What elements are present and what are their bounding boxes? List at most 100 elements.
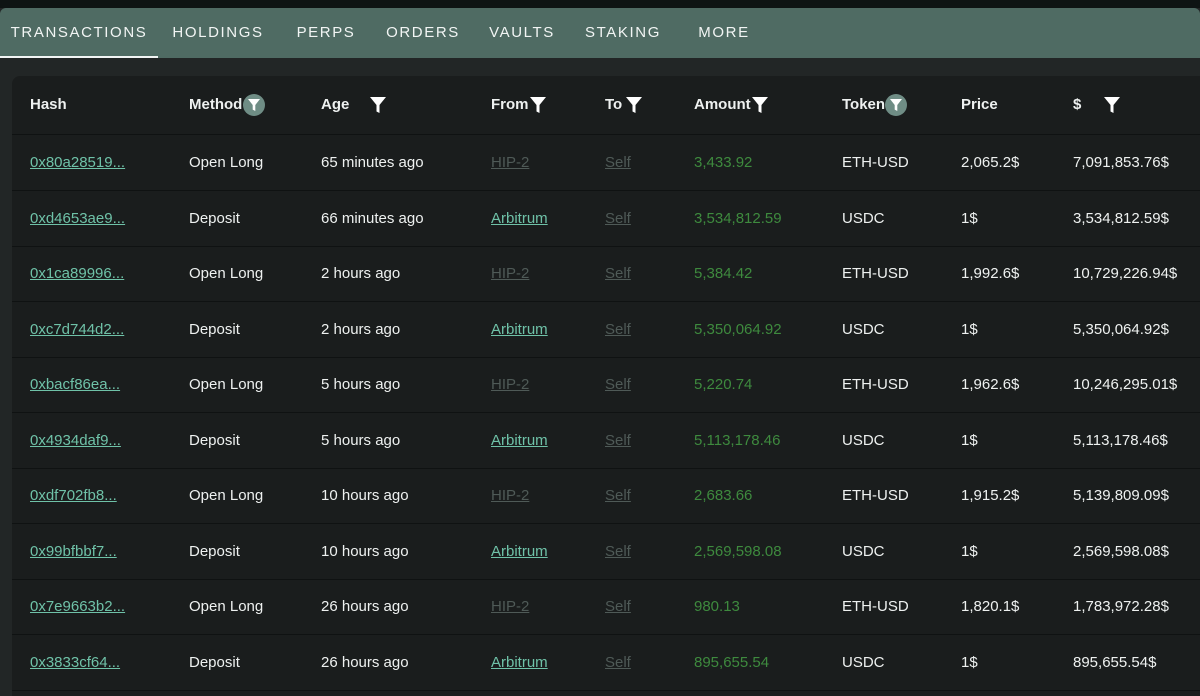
from-filter-icon[interactable] bbox=[529, 95, 547, 115]
usd-value-cell: 5,139,809.09$ bbox=[1073, 487, 1169, 504]
from-link[interactable]: Arbitrum bbox=[491, 191, 548, 246]
table-row: 0xdf702fb8... Open Long 10 hours ago HIP… bbox=[12, 468, 1200, 524]
from-link[interactable]: HIP-2 bbox=[491, 468, 529, 523]
price-cell: 1,962.6$ bbox=[961, 376, 1020, 393]
usd-value-cell: 5,113,178.46$ bbox=[1073, 432, 1168, 449]
token-cell: USDC bbox=[842, 543, 885, 560]
from-link[interactable]: Arbitrum bbox=[491, 302, 548, 357]
header-amount: Amount bbox=[694, 96, 751, 113]
amount-cell: 980.13 bbox=[694, 598, 740, 615]
tx-hash-link[interactable]: 0x3833cf64... bbox=[30, 635, 120, 690]
price-cell: 2,065.2$ bbox=[961, 154, 1020, 171]
price-cell: 1$ bbox=[961, 210, 978, 227]
from-link[interactable]: HIP-2 bbox=[491, 135, 529, 190]
usd-filter-icon[interactable] bbox=[1103, 95, 1121, 115]
token-filter-icon[interactable] bbox=[885, 94, 907, 116]
amount-cell: 2,683.66 bbox=[694, 487, 753, 504]
to-link[interactable]: Self bbox=[605, 413, 631, 468]
tx-hash-link[interactable]: 0x1ca89996... bbox=[30, 246, 124, 301]
price-cell: 1$ bbox=[961, 543, 978, 560]
tab-bar: TRANSACTIONS HOLDINGS PERPS ORDERS VAULT… bbox=[0, 8, 1200, 58]
to-link[interactable]: Self bbox=[605, 246, 631, 301]
method-cell: Open Long bbox=[189, 154, 264, 171]
method-cell: Open Long bbox=[189, 376, 264, 393]
method-cell: Deposit bbox=[189, 543, 240, 560]
table-row: 0x4934daf9... Deposit 5 hours ago Arbitr… bbox=[12, 413, 1200, 469]
usd-value-cell: 2,569,598.08$ bbox=[1073, 543, 1169, 560]
price-cell: 1$ bbox=[961, 432, 978, 449]
age-cell: 2 hours ago bbox=[321, 321, 401, 338]
method-filter-icon[interactable] bbox=[243, 94, 265, 116]
usd-value-cell: 3,534,812.59$ bbox=[1073, 210, 1169, 227]
from-link[interactable]: Arbitrum bbox=[491, 524, 548, 579]
tab-orders[interactable]: ORDERS bbox=[382, 8, 464, 58]
table-row: 0xc7d744d2... Deposit 2 hours ago Arbitr… bbox=[12, 302, 1200, 358]
age-cell: 65 minutes ago bbox=[321, 154, 424, 171]
age-cell: 5 hours ago bbox=[321, 432, 401, 449]
amount-filter-icon[interactable] bbox=[751, 95, 769, 115]
header-hash: Hash bbox=[30, 96, 67, 113]
tx-hash-link[interactable]: 0x7e9663b2... bbox=[30, 579, 125, 634]
to-link[interactable]: Self bbox=[605, 635, 631, 690]
token-cell: USDC bbox=[842, 432, 885, 449]
amount-cell: 895,655.54 bbox=[694, 654, 770, 671]
header-token: Token bbox=[842, 96, 886, 113]
token-cell: USDC bbox=[842, 210, 885, 227]
amount-cell: 2,569,598.08 bbox=[694, 543, 782, 560]
tx-hash-link[interactable]: 0xc7d744d2... bbox=[30, 302, 124, 357]
tx-hash-link[interactable]: 0xdf702fb8... bbox=[30, 468, 117, 523]
table-row: 0x7e9663b2... Open Long 26 hours ago HIP… bbox=[12, 579, 1200, 635]
to-link[interactable]: Self bbox=[605, 524, 631, 579]
amount-cell: 3,433.92 bbox=[694, 154, 753, 171]
price-cell: 1,992.6$ bbox=[961, 265, 1020, 282]
from-link[interactable]: HIP-2 bbox=[491, 357, 529, 412]
amount-cell: 5,384.42 bbox=[694, 265, 753, 282]
to-link[interactable]: Self bbox=[605, 468, 631, 523]
to-link[interactable]: Self bbox=[605, 302, 631, 357]
to-link[interactable]: Self bbox=[605, 191, 631, 246]
from-link[interactable]: Arbitrum bbox=[491, 413, 548, 468]
age-filter-icon[interactable] bbox=[369, 95, 387, 115]
from-link[interactable]: HIP-2 bbox=[491, 246, 529, 301]
tx-hash-link[interactable]: 0xd4653ae9... bbox=[30, 191, 125, 246]
to-link[interactable]: Self bbox=[605, 135, 631, 190]
header-from: From bbox=[491, 96, 529, 113]
header-to: To bbox=[605, 96, 623, 113]
token-cell: USDC bbox=[842, 321, 885, 338]
top-strip bbox=[0, 0, 1200, 8]
to-filter-icon[interactable] bbox=[625, 95, 643, 115]
tx-hash-link[interactable]: 0x80a28519... bbox=[30, 135, 125, 190]
token-cell: ETH-USD bbox=[842, 376, 909, 393]
table-header: Hash Method Age From To Amount Token Pri… bbox=[12, 76, 1200, 135]
tx-hash-link[interactable]: 0x99bfbbf7... bbox=[30, 524, 117, 579]
usd-value-cell: 5,350,064.92$ bbox=[1073, 321, 1169, 338]
tab-holdings[interactable]: HOLDINGS bbox=[166, 8, 270, 58]
tab-more[interactable]: MORE bbox=[690, 8, 758, 58]
age-cell: 66 minutes ago bbox=[321, 210, 424, 227]
from-link[interactable]: HIP-2 bbox=[491, 579, 529, 634]
tab-staking[interactable]: STAKING bbox=[578, 8, 668, 58]
tab-transactions[interactable]: TRANSACTIONS bbox=[0, 8, 158, 58]
token-cell: ETH-USD bbox=[842, 265, 909, 282]
from-link[interactable]: Arbitrum bbox=[491, 635, 548, 690]
to-link[interactable]: Self bbox=[605, 357, 631, 412]
age-cell: 26 hours ago bbox=[321, 654, 409, 671]
tab-vaults[interactable]: VAULTS bbox=[482, 8, 562, 58]
method-cell: Deposit bbox=[189, 210, 240, 227]
amount-cell: 5,350,064.92 bbox=[694, 321, 782, 338]
table-row: 0x80a28519... Open Long 65 minutes ago H… bbox=[12, 135, 1200, 191]
method-cell: Open Long bbox=[189, 487, 264, 504]
age-cell: 10 hours ago bbox=[321, 487, 409, 504]
amount-cell: 5,220.74 bbox=[694, 376, 753, 393]
tx-hash-link[interactable]: 0xbacf86ea... bbox=[30, 357, 120, 412]
table-row: 0x1ca89996... Open Long 2 hours ago HIP-… bbox=[12, 246, 1200, 302]
tab-perps[interactable]: PERPS bbox=[290, 8, 362, 58]
usd-value-cell: 895,655.54$ bbox=[1073, 654, 1157, 671]
age-cell: 5 hours ago bbox=[321, 376, 401, 393]
transactions-table: Hash Method Age From To Amount Token Pri… bbox=[12, 76, 1200, 696]
usd-value-cell: 10,246,295.01$ bbox=[1073, 376, 1178, 393]
to-link[interactable]: Self bbox=[605, 579, 631, 634]
price-cell: 1,915.2$ bbox=[961, 487, 1020, 504]
age-cell: 26 hours ago bbox=[321, 598, 409, 615]
tx-hash-link[interactable]: 0x4934daf9... bbox=[30, 413, 121, 468]
